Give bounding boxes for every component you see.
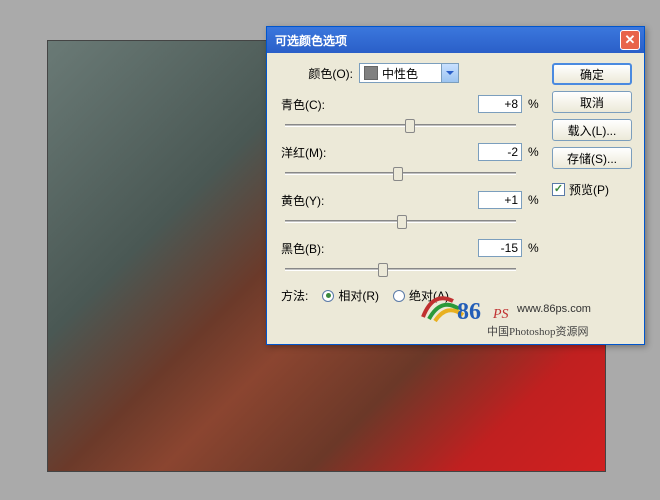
chevron-down-icon bbox=[441, 64, 458, 82]
controls-panel: 颜色(O): 中性色 青色(C): % 洋红(M): bbox=[279, 63, 542, 304]
preview-checkbox[interactable]: 预览(P) bbox=[552, 181, 632, 198]
slider-thumb[interactable] bbox=[405, 119, 415, 133]
black-slider-group: 黑色(B): % bbox=[279, 239, 542, 279]
slider-thumb[interactable] bbox=[397, 215, 407, 229]
color-dropdown[interactable]: 中性色 bbox=[359, 63, 459, 83]
black-unit: % bbox=[528, 241, 542, 255]
slider-thumb[interactable] bbox=[393, 167, 403, 181]
close-icon: ✕ bbox=[625, 32, 636, 48]
radio-dot-icon bbox=[393, 290, 405, 302]
yellow-input[interactable] bbox=[478, 191, 522, 209]
save-button[interactable]: 存储(S)... bbox=[552, 147, 632, 169]
close-button[interactable]: ✕ bbox=[620, 30, 640, 50]
cyan-slider-group: 青色(C): % bbox=[279, 95, 542, 135]
black-label: 黑色(B): bbox=[279, 240, 335, 257]
color-label: 颜色(O): bbox=[297, 65, 353, 82]
magenta-unit: % bbox=[528, 145, 542, 159]
dialog-title: 可选颜色选项 bbox=[275, 32, 347, 49]
black-slider[interactable] bbox=[285, 259, 516, 279]
radio-absolute-label: 绝对(A) bbox=[409, 287, 449, 304]
radio-relative[interactable]: 相对(R) bbox=[322, 287, 379, 304]
magenta-input[interactable] bbox=[478, 143, 522, 161]
radio-dot-icon bbox=[322, 290, 334, 302]
selective-color-dialog: 可选颜色选项 ✕ 颜色(O): 中性色 青色(C): % bbox=[266, 26, 645, 345]
yellow-slider-group: 黄色(Y): % bbox=[279, 191, 542, 231]
cyan-unit: % bbox=[528, 97, 542, 111]
buttons-panel: 确定 取消 载入(L)... 存储(S)... 预览(P) bbox=[552, 63, 632, 304]
checkbox-icon bbox=[552, 183, 565, 196]
yellow-slider[interactable] bbox=[285, 211, 516, 231]
magenta-slider-group: 洋红(M): % bbox=[279, 143, 542, 183]
method-row: 方法: 相对(R) 绝对(A) bbox=[279, 287, 542, 304]
magenta-label: 洋红(M): bbox=[279, 144, 335, 161]
slider-thumb[interactable] bbox=[378, 263, 388, 277]
magenta-slider[interactable] bbox=[285, 163, 516, 183]
cyan-label: 青色(C): bbox=[279, 96, 335, 113]
yellow-unit: % bbox=[528, 193, 542, 207]
yellow-label: 黄色(Y): bbox=[279, 192, 335, 209]
cancel-button[interactable]: 取消 bbox=[552, 91, 632, 113]
color-selected-text: 中性色 bbox=[382, 65, 418, 82]
radio-relative-label: 相对(R) bbox=[338, 287, 379, 304]
method-label: 方法: bbox=[281, 287, 308, 304]
preview-label: 预览(P) bbox=[569, 181, 609, 198]
black-input[interactable] bbox=[478, 239, 522, 257]
radio-absolute[interactable]: 绝对(A) bbox=[393, 287, 449, 304]
dialog-titlebar: 可选颜色选项 ✕ bbox=[267, 27, 644, 53]
ok-button[interactable]: 确定 bbox=[552, 63, 632, 85]
cyan-input[interactable] bbox=[478, 95, 522, 113]
cyan-slider[interactable] bbox=[285, 115, 516, 135]
load-button[interactable]: 载入(L)... bbox=[552, 119, 632, 141]
color-swatch-icon bbox=[364, 66, 378, 80]
